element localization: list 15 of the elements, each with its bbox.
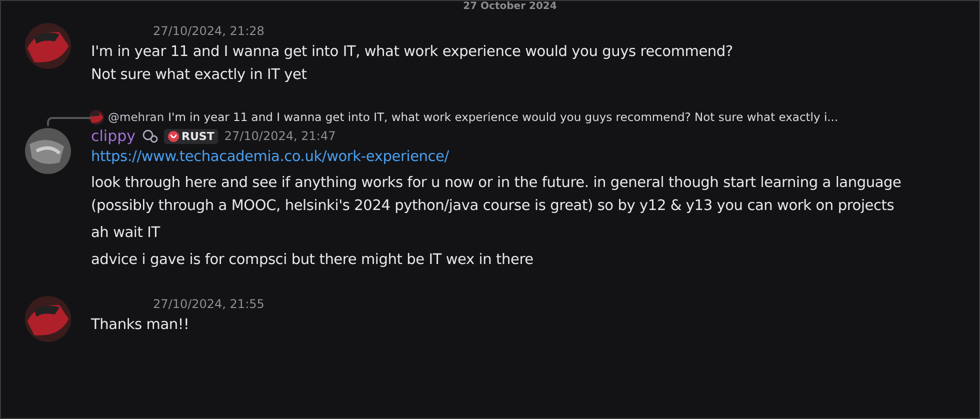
message-text: Thanks man!! [91,316,190,335]
message-text: ah wait IT [91,224,162,243]
message-text: I'm in year 11 and I wanna get into IT, what work experience would you guys recommend? Not sure what exactly in IT yet [91,43,734,85]
username[interactable]: clippy [91,127,136,145]
timestamp: 27/10/2024, 21:47 [224,129,336,143]
timestamp: 27/10/2024, 21:55 [153,297,264,311]
date-divider: 27 October 2024 [462,1,558,13]
message-text: advice i gave is for compsci but there might be IT wex in there [91,251,534,270]
rings-icon [142,129,158,143]
avatar[interactable] [25,128,71,174]
link[interactable]: https://www.techacademia.co.uk/work-experience/ [91,146,449,168]
reply-mention[interactable]: @mehran [108,110,164,124]
server-tag[interactable]: RUST [164,128,218,144]
timestamp: 27/10/2024, 21:28 [153,24,264,38]
reply-preview[interactable]: I'm in year 11 and I wanna get into IT, what work experience would you guys recommend? Not sure what exactly i... [168,110,838,124]
